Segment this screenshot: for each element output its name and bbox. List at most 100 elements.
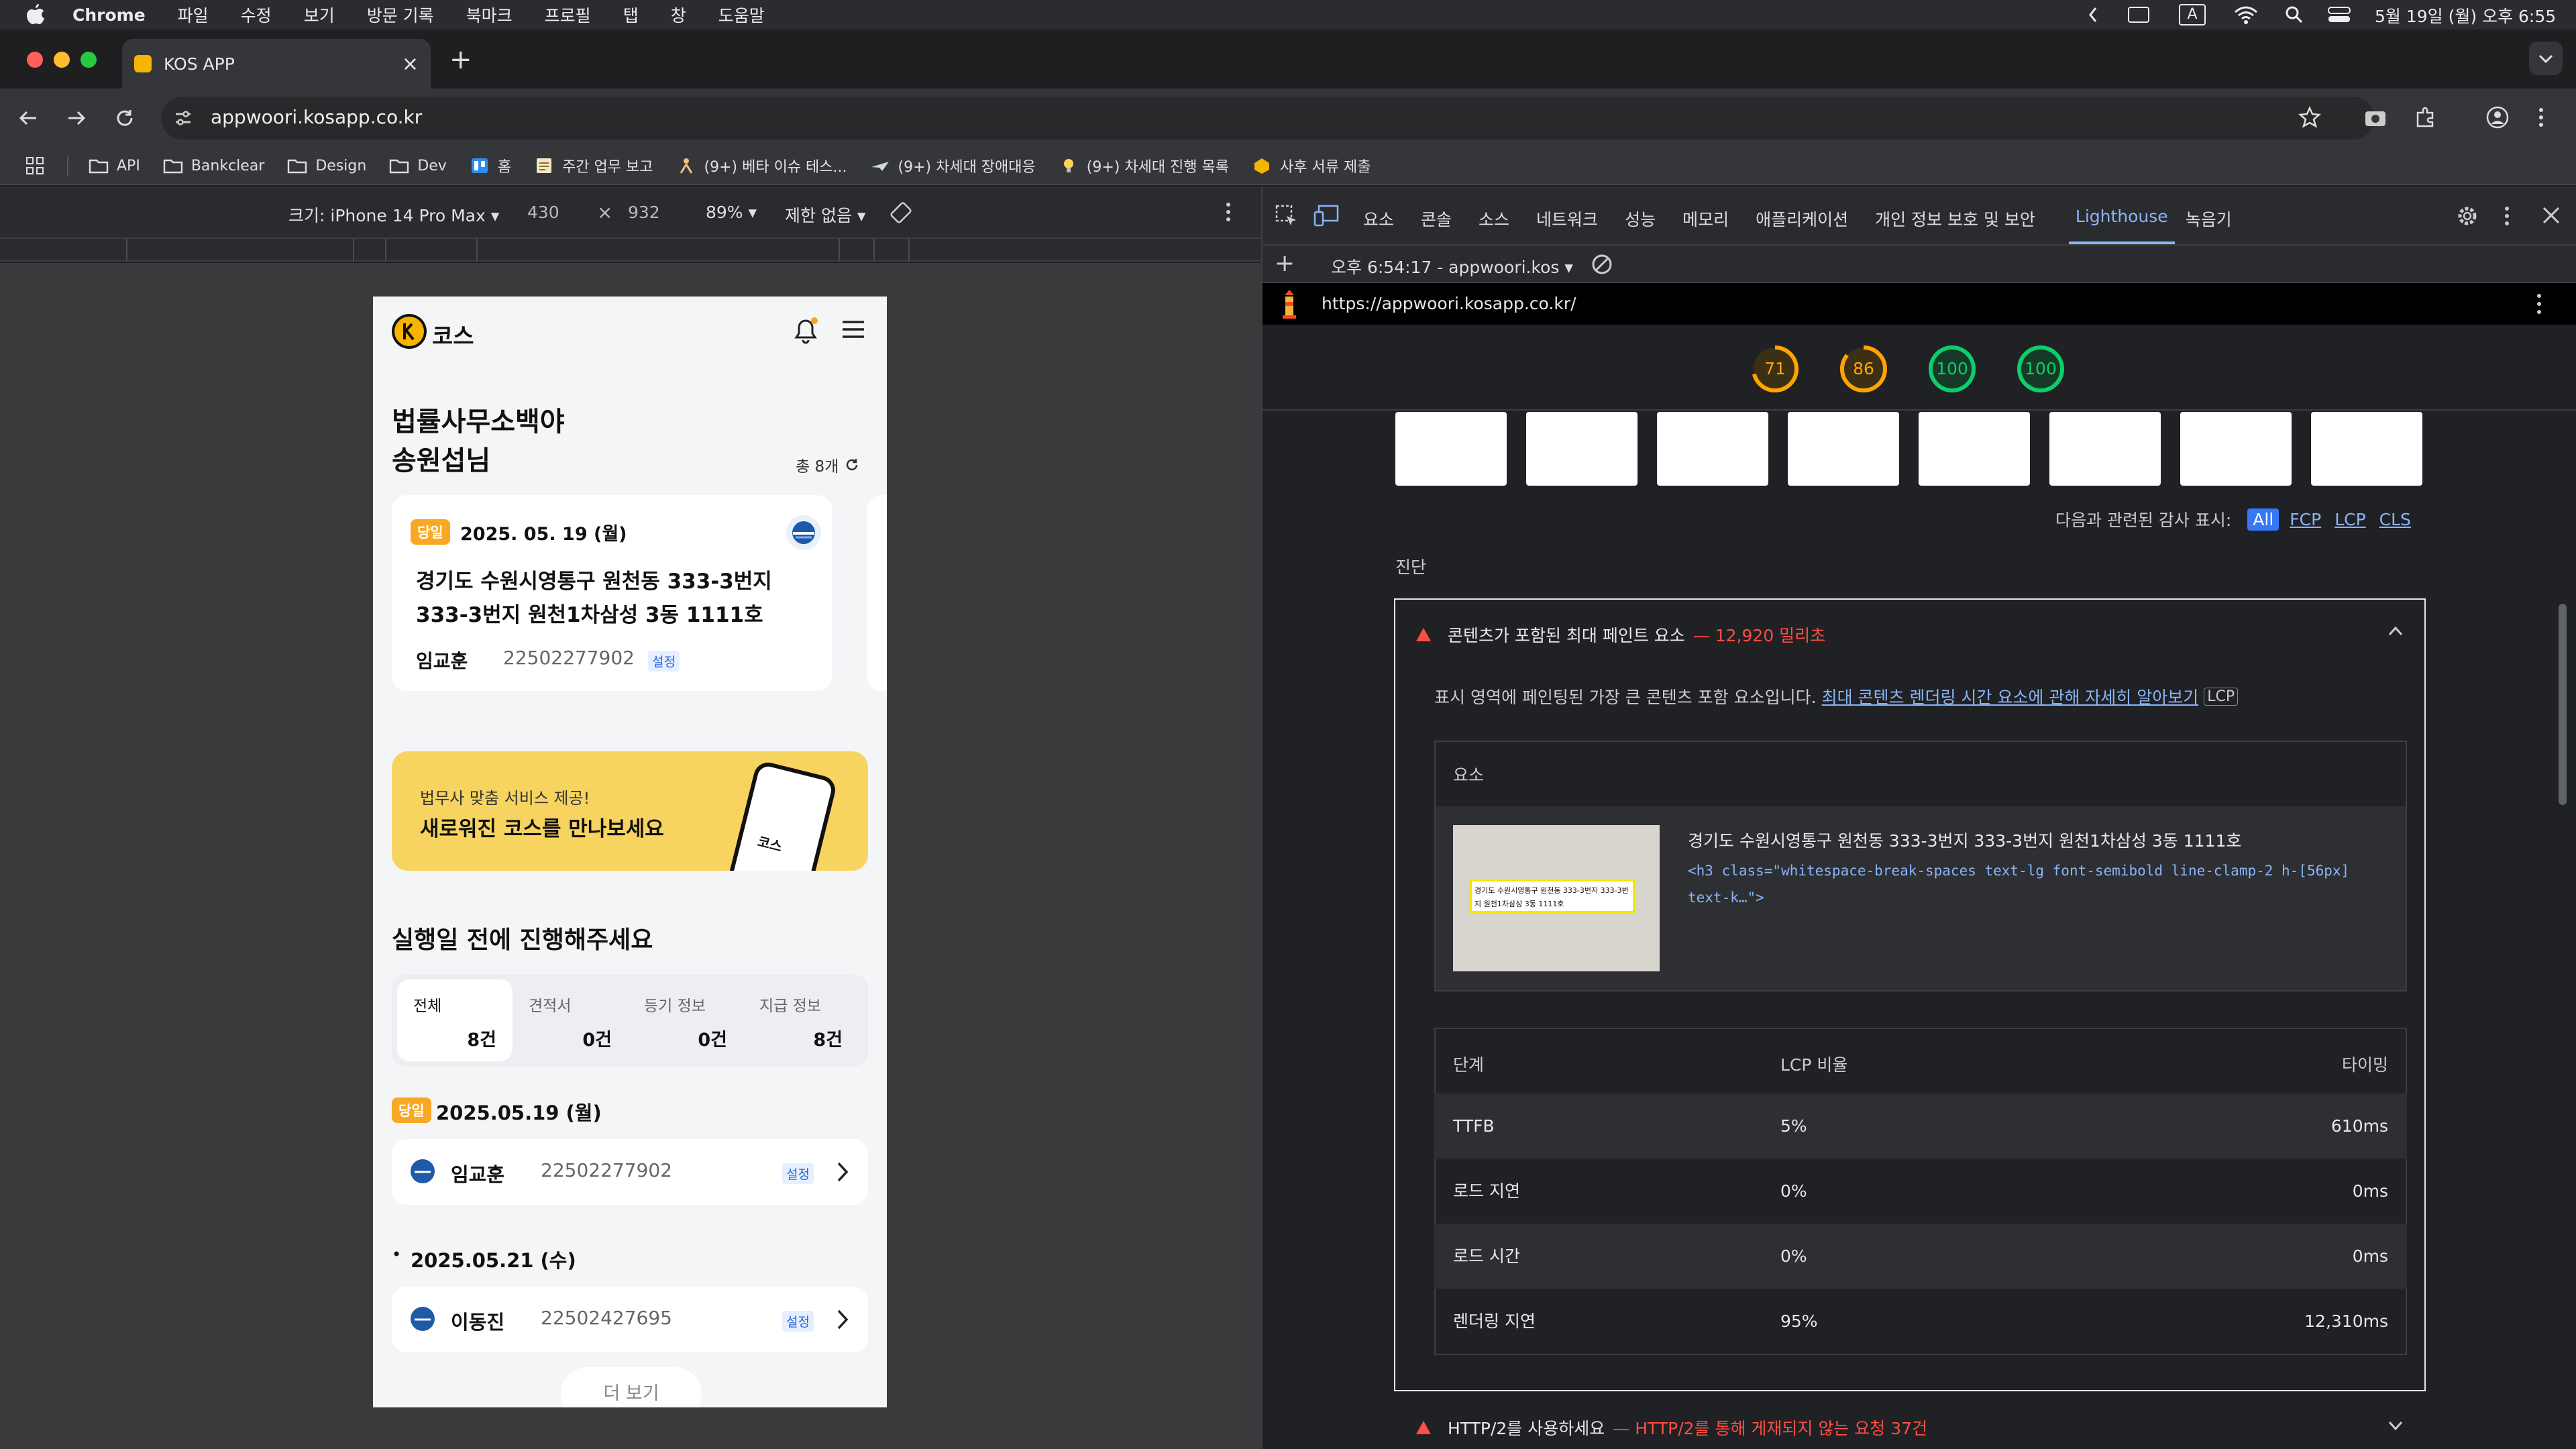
clear-report-icon[interactable] [1591, 254, 1613, 275]
throttle-select[interactable]: 제한 없음 ▾ [785, 203, 865, 227]
bookmark-weekly-report[interactable]: 주간 업무 보고 [534, 155, 653, 176]
tab-search-button[interactable] [2529, 42, 2563, 75]
lcp-element-code[interactable]: <h3 class="whitespace-break-spaces text-… [1688, 857, 2365, 911]
tab-lighthouse[interactable]: Lighthouse [2068, 207, 2175, 244]
device-width-input[interactable]: 430 [527, 203, 559, 222]
profile-avatar-icon[interactable] [2486, 106, 2509, 129]
filter-tab-registry[interactable]: 등기 정보 0건 [628, 979, 743, 1061]
tab-application[interactable]: 애플리케이션 [1756, 207, 1848, 231]
menu-window[interactable]: 창 [671, 3, 686, 27]
window-zoom-button[interactable] [80, 52, 97, 68]
bookmark-folder-dev[interactable]: Dev [389, 158, 447, 174]
tab-memory[interactable]: 메모리 [1682, 207, 1729, 231]
menu-edit[interactable]: 수정 [241, 3, 272, 27]
site-settings-icon[interactable] [173, 109, 193, 127]
forward-icon[interactable] [66, 107, 87, 129]
tab-network[interactable]: 네트워크 [1536, 207, 1598, 231]
mobile-app-viewport[interactable]: 코스 법률사무소백야 송원섭님 총 8개 당일 2025. 05. 19 (월)… [373, 297, 887, 1407]
more-button[interactable]: 더 보기 [561, 1367, 702, 1407]
menu-app-name[interactable]: Chrome [72, 5, 146, 25]
score-gauge-accessibility[interactable]: 86 [1838, 343, 1889, 394]
report-select[interactable]: 오후 6:54:17 - appwoori.kos ▾ [1331, 254, 1573, 278]
menu-profile[interactable]: 프로필 [545, 3, 591, 27]
browser-tab[interactable]: KOS APP × [122, 39, 431, 89]
report-menu-icon[interactable] [2536, 292, 2542, 315]
menu-tab[interactable]: 탭 [623, 3, 639, 27]
tab-privacy-security[interactable]: 개인 정보 보호 및 보안 [1875, 207, 2035, 231]
rotate-icon[interactable] [890, 201, 912, 224]
spotlight-search-icon[interactable] [2285, 5, 2304, 24]
tab-elements[interactable]: 요소 [1363, 207, 1394, 231]
tab-performance[interactable]: 성능 [1625, 207, 1656, 231]
schedule-card-next[interactable] [867, 495, 887, 691]
zoom-select[interactable]: 89% ▾ [706, 203, 757, 222]
hamburger-menu-icon[interactable] [841, 319, 865, 339]
new-report-icon[interactable]: + [1275, 252, 1295, 276]
filter-fcp[interactable]: FCP [2290, 510, 2321, 529]
devtools-splitter[interactable] [1261, 186, 1263, 1449]
devtools-scrollbar[interactable] [2559, 604, 2567, 805]
promo-banner[interactable]: 법무사 맞춤 서비스 제공! 새로워진 코스를 만나보세요 코스 [392, 751, 868, 871]
device-toolbar-menu-icon[interactable] [1225, 201, 1232, 223]
extensions-icon[interactable] [2414, 106, 2436, 129]
input-source-icon[interactable]: A [2179, 4, 2206, 25]
bookmark-incident[interactable]: (9+) 차세대 장애대응 [870, 155, 1036, 176]
new-tab-button[interactable]: + [449, 44, 472, 75]
device-select[interactable]: 크기: iPhone 14 Pro Max ▾ [288, 203, 499, 227]
filter-tab-payment[interactable]: 지급 정보 8건 [743, 979, 859, 1061]
bookmark-folder-api[interactable]: API [89, 158, 140, 174]
tab-sources[interactable]: 소스 [1479, 207, 1509, 231]
report-url[interactable]: https://appwoori.kosapp.co.kr/ [1322, 294, 1576, 313]
chevron-down-icon[interactable] [2387, 1419, 2404, 1433]
schedule-card[interactable]: 당일 2025. 05. 19 (월) 경기도 수원시영통구 원천동 333-3… [392, 495, 832, 691]
score-gauge-seo[interactable]: 100 [2015, 343, 2066, 394]
url-text[interactable]: appwoori.kosapp.co.kr [211, 106, 422, 128]
screenshot-icon[interactable] [2364, 107, 2387, 127]
filter-tab-estimate[interactable]: 견적서 0건 [513, 979, 628, 1061]
score-gauge-best-practices[interactable]: 100 [1927, 343, 1978, 394]
menu-help[interactable]: 도움말 [718, 3, 765, 27]
bell-icon[interactable] [793, 317, 818, 345]
filter-cls[interactable]: CLS [2379, 510, 2411, 529]
bookmark-home[interactable]: 홈 [470, 155, 511, 176]
chrome-menu-icon[interactable] [2537, 106, 2545, 129]
bookmark-progress-list[interactable]: (9+) 차세대 진행 목록 [1059, 155, 1229, 176]
menu-file[interactable]: 파일 [178, 3, 209, 27]
kos-logo-icon[interactable] [392, 314, 427, 349]
bookmark-star-icon[interactable] [2298, 106, 2321, 129]
filter-lcp[interactable]: LCP [2334, 510, 2365, 529]
back-icon[interactable] [17, 107, 39, 129]
tab-console[interactable]: 콘솔 [1421, 207, 1452, 231]
filter-all[interactable]: All [2247, 508, 2279, 531]
control-center-icon[interactable] [2328, 7, 2351, 23]
bookmark-folder-bankclear[interactable]: Bankclear [163, 158, 264, 174]
device-height-input[interactable]: 932 [628, 203, 660, 222]
menu-history[interactable]: 방문 기록 [367, 3, 434, 27]
list-item[interactable]: 이동진 22502427695 설정 [392, 1287, 868, 1352]
settings-gear-icon[interactable] [2455, 204, 2479, 228]
list-item[interactable]: 임교훈 22502277902 설정 [392, 1139, 868, 1205]
chevron-left-icon[interactable] [2086, 5, 2100, 24]
http2-audit-header[interactable]: HTTP/2를 사용하세요 — HTTP/2를 통해 게재되지 않는 요청 37… [1415, 1415, 1927, 1440]
wifi-icon[interactable] [2234, 5, 2258, 24]
tab-close-icon[interactable]: × [402, 52, 419, 76]
address-bar[interactable]: appwoori.kosapp.co.kr [161, 97, 2375, 140]
bookmark-post-docs[interactable]: 사후 서류 제출 [1252, 155, 1371, 176]
score-gauge-performance[interactable]: 71 [1750, 343, 1801, 394]
window-close-button[interactable] [27, 52, 43, 68]
menubar-clock[interactable]: 5월 19일 (월) 오후 6:55 [2375, 3, 2556, 28]
reload-icon[interactable] [114, 107, 136, 129]
learn-more-link[interactable]: 최대 콘텐츠 렌더링 시간 요소에 관해 자세히 알아보기 [1822, 684, 2199, 708]
tab-recorder[interactable]: 녹음기 [2186, 207, 2232, 231]
bookmark-folder-design[interactable]: Design [287, 158, 366, 174]
menu-view[interactable]: 보기 [304, 3, 335, 27]
menu-bookmarks[interactable]: 북마크 [466, 3, 513, 27]
filter-tab-all[interactable]: 전체 8건 [397, 979, 513, 1061]
inspect-element-icon[interactable] [1275, 204, 1299, 228]
window-minimize-button[interactable] [54, 52, 70, 68]
devtools-menu-icon[interactable] [2504, 205, 2510, 227]
chevron-up-icon[interactable] [2387, 624, 2404, 637]
total-count[interactable]: 총 8개 [796, 453, 861, 476]
lcp-element-row[interactable]: 경기도 수원시영통구 원천동 333-3번지 333-3번지 원천1차삼성 3동… [1436, 806, 2406, 990]
device-toggle-icon[interactable] [1313, 204, 1339, 228]
